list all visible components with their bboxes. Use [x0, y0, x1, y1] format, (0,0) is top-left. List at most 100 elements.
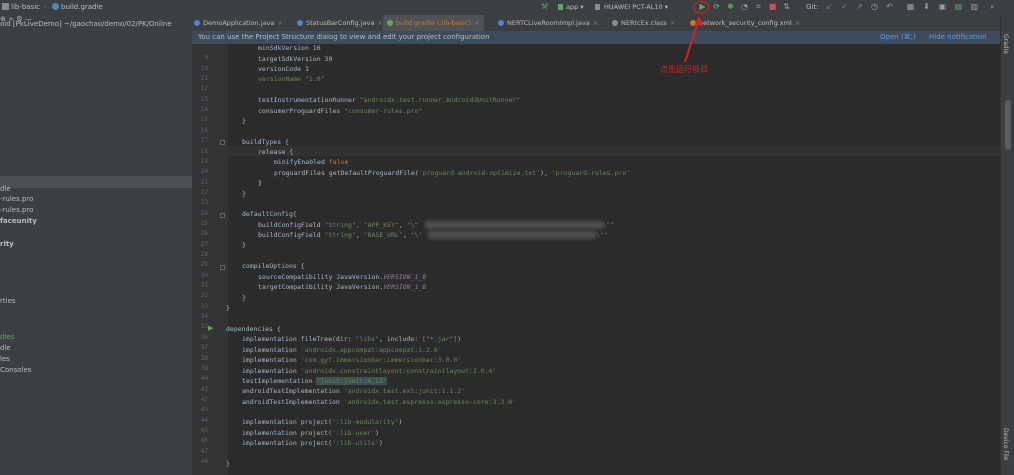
tree-item[interactable]: Consoles — [0, 366, 31, 374]
git-update-icon[interactable]: ↙ — [825, 2, 834, 11]
line-number: 48 — [200, 458, 208, 465]
gradle-file-icon — [387, 20, 393, 26]
string-literal: "APP_KEY" — [363, 221, 399, 229]
open-structure-link[interactable]: Open (⌘;) — [880, 33, 916, 41]
constant: VERSION_1_8 — [383, 273, 427, 281]
search-icon[interactable]: ⌕ — [988, 2, 997, 11]
tree-item[interactable]: les — [0, 355, 10, 363]
line-number: 32 — [200, 292, 208, 300]
code-text: include: — [386, 335, 423, 343]
notification-bar: You can use the Project Structure dialog… — [192, 31, 1000, 45]
tab-label: build.gradle (:lib-basic) — [396, 19, 472, 27]
code-text: ), — [540, 169, 552, 177]
tab-label: StatusBarConfig.java — [306, 19, 375, 27]
tree-item[interactable]: -rules.pro — [0, 206, 33, 214]
fold-marker[interactable] — [220, 140, 225, 145]
string-literal: ':lib-modularity' — [332, 418, 399, 426]
gradle-tool-window[interactable]: Gradle — [1002, 34, 1009, 54]
code-line: } — [242, 190, 246, 198]
tree-item[interactable]: faceunity — [0, 217, 37, 225]
code-line: } — [258, 179, 262, 187]
line-number: 29 — [200, 261, 208, 269]
device-icon — [595, 4, 600, 10]
tree-item[interactable]: -rules.pro — [0, 195, 33, 203]
line-number: 47 — [200, 447, 208, 455]
project-structure-icon[interactable]: ▥ — [970, 2, 979, 11]
java-class-icon — [498, 20, 504, 26]
code-line: implementation 'com.gyf.immersionbar:imm… — [242, 356, 461, 364]
project-panel: dle -rules.pro -rules.pro faceunity rity… — [0, 31, 192, 475]
tree-item[interactable]: dles — [0, 333, 14, 341]
breadcrumb-module[interactable]: lib-basic — [11, 3, 40, 11]
android-icon — [558, 4, 563, 10]
code-text: minifyEnabled — [274, 158, 329, 166]
run-gutter-icon[interactable]: ▶ — [208, 324, 213, 332]
debug-icon[interactable]: ✱ — [726, 2, 735, 11]
close-icon[interactable]: × — [474, 19, 479, 27]
avd-manager-icon[interactable]: ▣ — [938, 2, 947, 11]
code-text: implementation — [242, 346, 301, 354]
device-manager-icon[interactable]: ▤ — [954, 2, 963, 11]
fold-marker[interactable] — [220, 213, 225, 218]
string-literal: "\" — [406, 221, 419, 229]
git-push-icon[interactable]: ↗ — [855, 2, 864, 11]
line-number: 33 — [200, 302, 208, 310]
stop-icon[interactable]: ■ — [768, 2, 777, 11]
line-number: 16 — [200, 126, 208, 134]
close-icon[interactable]: × — [277, 19, 282, 27]
code-line: implementation project(':lib-user') — [242, 429, 379, 437]
tab-nertc-live-room[interactable]: NERTCLiveRoomImpl.java × — [498, 15, 598, 31]
tab-demo-application[interactable]: DemoApplication.java × — [194, 15, 283, 31]
navigation-bar: lib-basic › build.gradle ⚒ app ▾ HUAWEI … — [0, 0, 1014, 16]
close-icon[interactable]: × — [593, 19, 598, 27]
code-text: implementation — [242, 367, 301, 375]
string-literal: 'androidx.appcompat:appcompat:1.2.0' — [300, 346, 442, 354]
device-file-explorer-tool-window[interactable]: Device File — [1002, 428, 1009, 460]
code-line: implementation fileTree(dir: "libs", inc… — [242, 335, 461, 343]
folder-icon — [2, 3, 9, 10]
annotation-arrow — [684, 16, 703, 63]
close-icon[interactable]: × — [795, 19, 800, 27]
tree-item[interactable]: dle — [0, 185, 11, 193]
breadcrumb-file[interactable]: build.gradle — [61, 3, 103, 11]
hide-notification-link[interactable]: Hide notification — [929, 33, 987, 41]
rollback-icon[interactable]: ↶ — [885, 2, 894, 11]
class-file-icon — [612, 20, 618, 26]
tree-item[interactable]: rity — [0, 240, 14, 248]
profile-icon[interactable]: ◔ — [740, 2, 749, 11]
device-select[interactable]: HUAWEI PCT-AL10 ▾ — [604, 2, 668, 12]
tab-build-gradle[interactable]: build.gradle (:lib-basic) × — [383, 15, 484, 31]
history-icon[interactable]: ◷ — [870, 2, 879, 11]
code-text: , — [402, 231, 411, 239]
layout-inspector-icon[interactable]: ▦ — [906, 2, 915, 11]
line-number: 18 — [200, 147, 208, 155]
code-line: } — [242, 117, 246, 125]
code-line: release { — [258, 148, 293, 156]
string-literal: 'androidx.constraintlayout:constraintlay… — [300, 367, 497, 375]
code-line: defaultConfig{ — [242, 210, 297, 218]
code-text: androidTestImplementation — [242, 387, 344, 395]
line-number: 9 — [204, 54, 208, 62]
run-config-select[interactable]: app ▾ — [566, 2, 584, 12]
code-line: minifyEnabled false — [274, 158, 348, 166]
code-text: testImplementation — [242, 377, 317, 385]
hammer-icon[interactable]: ⚒ — [540, 2, 549, 11]
sync-icon[interactable]: ⇅ — [782, 2, 791, 11]
string-literal: 'proguard-rules.pro' — [551, 169, 631, 177]
tab-label: network_security_config.xml — [699, 19, 792, 27]
code-line: sourceCompatibility JavaVersion.VERSION_… — [258, 273, 426, 281]
fold-marker[interactable] — [220, 265, 225, 270]
sdk-manager-icon[interactable]: ⬇ — [922, 2, 931, 11]
attach-debugger-icon[interactable]: ⌗ — [754, 2, 763, 11]
close-icon[interactable]: × — [377, 19, 382, 27]
code-text: dir: — [335, 335, 356, 343]
tab-status-bar-config[interactable]: StatusBarConfig.java × — [297, 15, 383, 31]
editor-scrollbar[interactable] — [1005, 100, 1011, 150]
git-commit-icon[interactable]: ✓ — [840, 2, 849, 11]
code-text: buildConfigField — [258, 231, 325, 239]
code-line: implementation project(':lib-modularity'… — [242, 418, 402, 426]
tree-item[interactable]: dle — [0, 344, 11, 352]
tree-item[interactable]: rties — [0, 297, 16, 305]
code-line: implementation project(':lib-utils') — [242, 439, 383, 447]
apply-changes-icon[interactable]: ⟳ — [712, 2, 721, 11]
